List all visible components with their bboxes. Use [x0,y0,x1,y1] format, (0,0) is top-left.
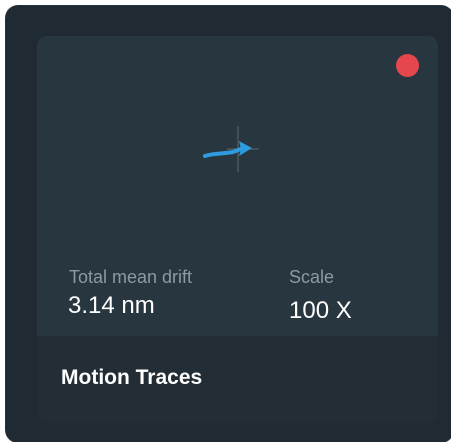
stats-section: Total mean drift 3.14 nm Scale 100 X [37,264,438,334]
motion-trace-path [203,147,243,158]
card-title: Motion Traces [61,366,203,389]
drift-value: 3.14 nm [68,292,155,319]
motion-traces-card[interactable]: Total mean drift 3.14 nm Scale 100 X Mot… [37,36,438,423]
scale-value: 100 X [289,297,352,324]
widget-frame: Total mean drift 3.14 nm Scale 100 X Mot… [6,6,451,442]
drift-label: Total mean drift [69,267,193,287]
motion-trace-arrowhead [239,141,252,156]
scale-label: Scale [289,267,335,287]
card-footer: Motion Traces [37,336,438,423]
status-indicator-icon [396,54,419,77]
motion-trace-plot [203,126,259,172]
